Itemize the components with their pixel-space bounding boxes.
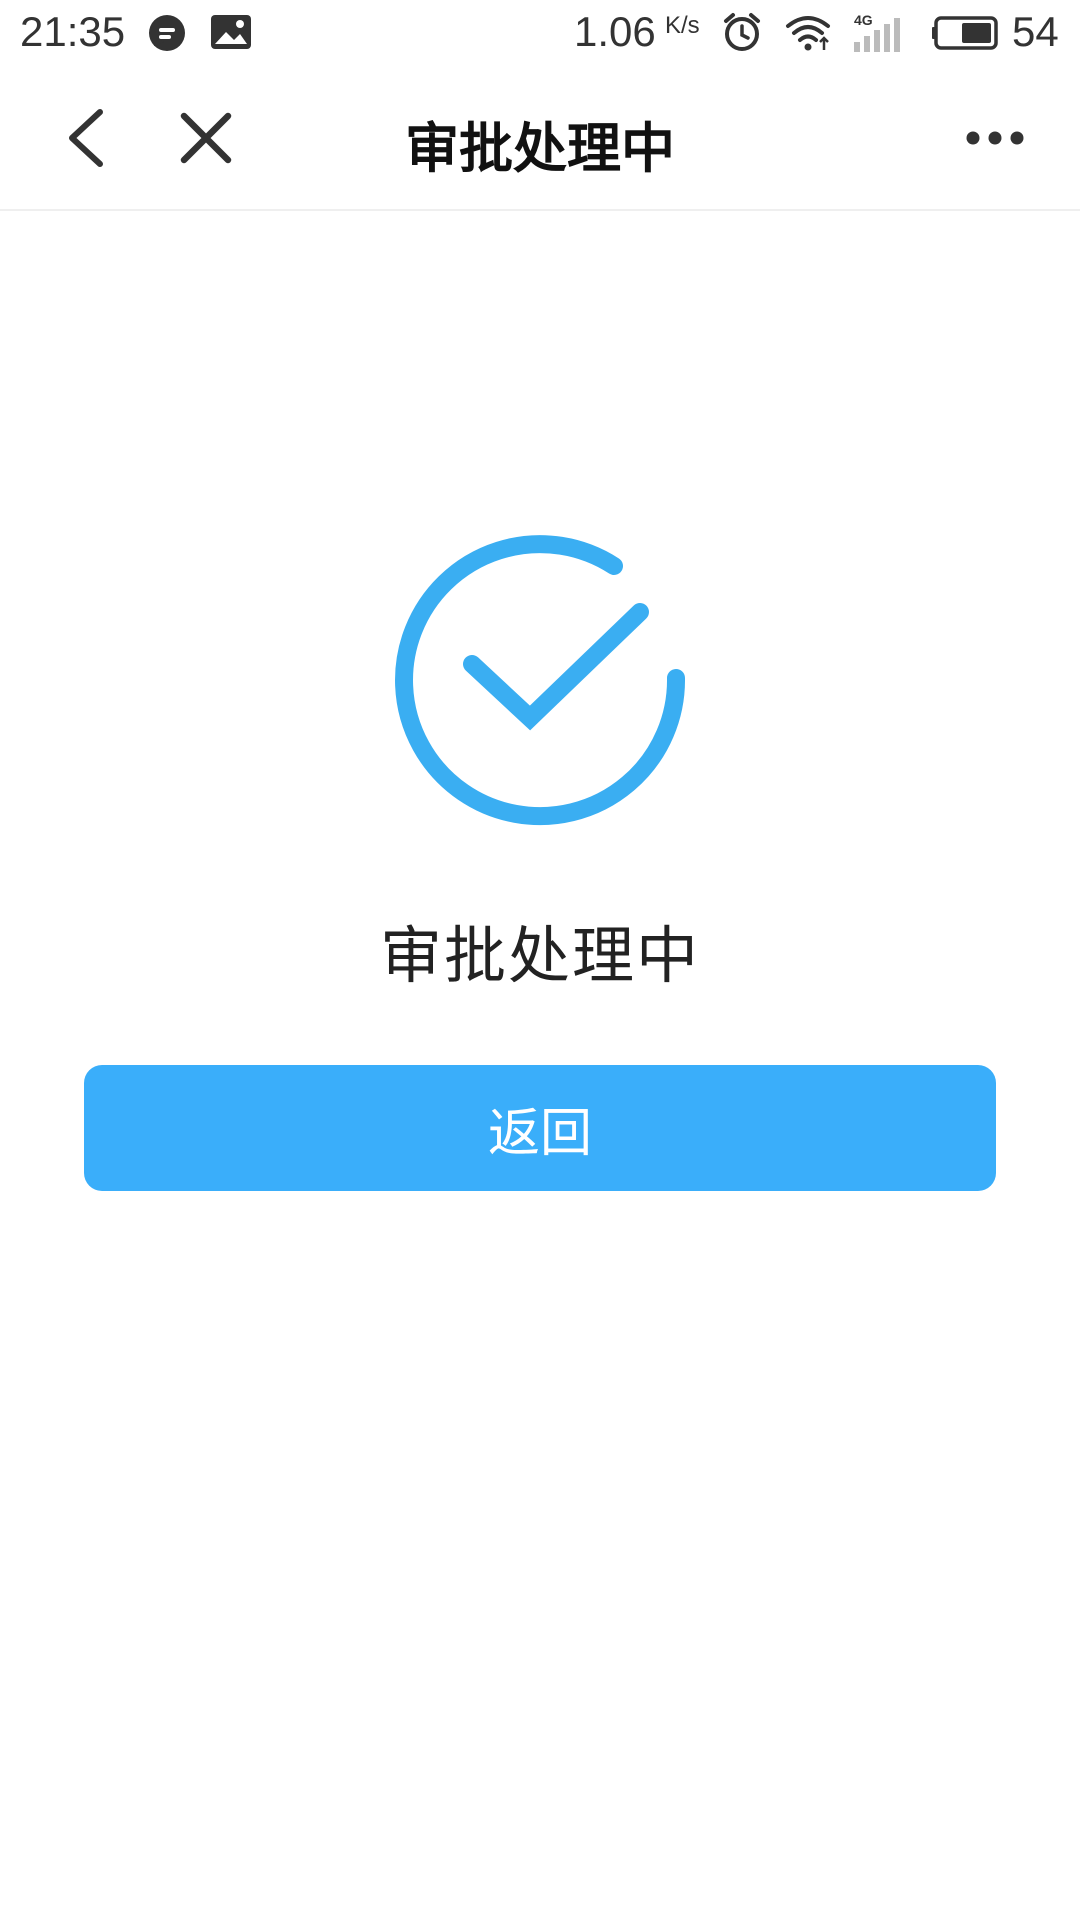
image-icon [211,15,251,49]
battery-icon [932,16,998,50]
check-circle-icon [395,535,686,826]
network-speed: 1.06 [574,8,656,55]
page-title: 审批处理中 [405,117,675,180]
battery-level: 54 [1012,8,1059,55]
signal-icon [854,18,900,52]
return-button-label: 返回 [487,1103,592,1164]
return-button[interactable]: 返回 [84,1065,996,1191]
chat-icon [149,15,185,51]
status-text: 审批处理中 [379,919,700,992]
status-bar: 21:35 1.06 K/s 4G 54 [0,0,1080,66]
network-speed-unit: K/s [665,12,700,39]
nav-bar: 审批处理中 [0,66,1080,211]
wifi-icon [786,16,830,51]
more-icon[interactable] [965,126,1025,150]
status-time: 21:35 [20,8,126,55]
alarm-icon [724,13,760,51]
